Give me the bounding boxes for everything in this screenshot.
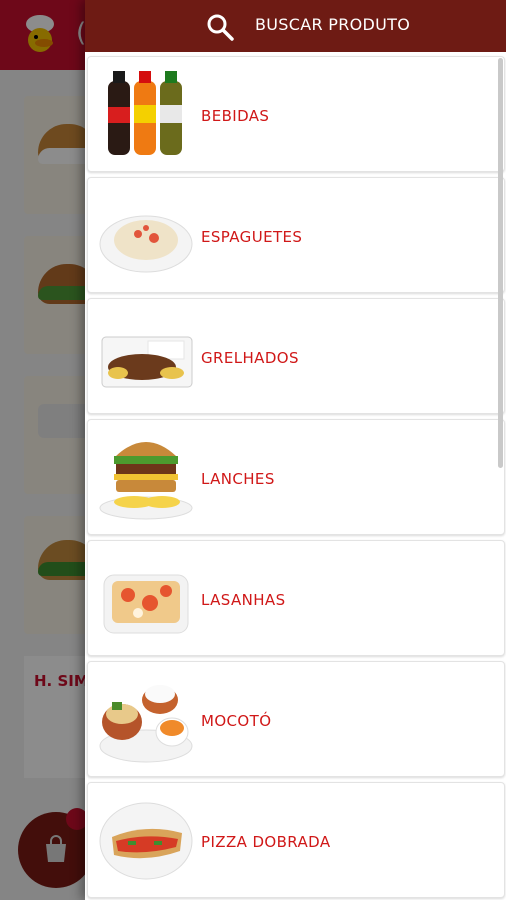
category-label: PIZZA DOBRADA xyxy=(201,833,331,851)
search-button[interactable]: BUSCAR PRODUTO xyxy=(85,0,506,52)
search-label: BUSCAR PRODUTO xyxy=(255,15,411,34)
mocoto-bowls-image xyxy=(99,685,193,763)
category-item-pizza-dobrada[interactable]: PIZZA DOBRADA xyxy=(87,782,505,898)
category-label: ESPAGUETES xyxy=(201,228,303,246)
category-label: LANCHES xyxy=(201,470,275,488)
folded-pizza-image xyxy=(99,802,193,880)
soda-bottles-image xyxy=(108,71,182,155)
drawer-scrollbar[interactable] xyxy=(498,58,503,468)
burger-image xyxy=(99,442,193,520)
category-item-espaguetes[interactable]: ESPAGUETES xyxy=(87,177,505,293)
lasagna-dish-image xyxy=(103,574,189,634)
spaghetti-plate-image xyxy=(99,215,193,273)
category-label: LASANHAS xyxy=(201,591,286,609)
search-icon xyxy=(207,14,234,41)
category-drawer: BUSCAR PRODUTO BEBIDAS ESPAGUETES GRELHA… xyxy=(85,0,506,900)
category-label: GRELHADOS xyxy=(201,349,299,367)
category-label: BEBIDAS xyxy=(201,107,270,125)
category-item-lanches[interactable]: LANCHES xyxy=(87,419,505,535)
category-label: MOCOTÓ xyxy=(201,712,272,730)
category-item-lasanhas[interactable]: LASANHAS xyxy=(87,540,505,656)
category-item-bebidas[interactable]: BEBIDAS xyxy=(87,56,505,172)
grilled-meat-tray-image xyxy=(101,336,193,388)
category-item-grelhados[interactable]: GRELHADOS xyxy=(87,298,505,414)
category-item-mocoto[interactable]: MOCOTÓ xyxy=(87,661,505,777)
